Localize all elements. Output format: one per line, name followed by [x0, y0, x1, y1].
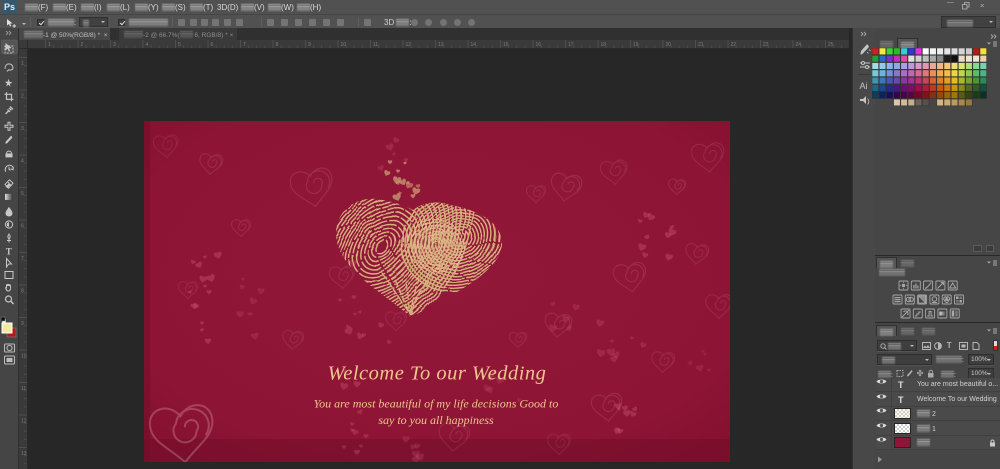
- svg-text:11: 11: [373, 42, 378, 48]
- svg-text:7: 7: [21, 256, 24, 262]
- svg-text:1: 1: [21, 61, 24, 67]
- svg-text:4: 4: [146, 42, 149, 48]
- svg-text:6: 6: [21, 224, 24, 230]
- svg-text:9: 9: [21, 321, 24, 327]
- svg-text:16: 16: [536, 42, 542, 48]
- svg-text:8: 8: [21, 289, 24, 295]
- svg-text:22: 22: [731, 42, 737, 48]
- svg-text:10: 10: [341, 42, 347, 48]
- svg-text:5: 5: [21, 191, 24, 197]
- svg-text:Welcome To our Wedding: Welcome To our Wedding: [328, 363, 547, 385]
- svg-text:12: 12: [406, 42, 412, 48]
- svg-text:Ai: Ai: [860, 81, 868, 91]
- svg-text:8: 8: [276, 42, 279, 48]
- svg-text:say to you all happiness: say to you all happiness: [378, 413, 494, 427]
- svg-text:20: 20: [666, 42, 672, 48]
- svg-text:15: 15: [503, 42, 509, 48]
- svg-text:You are most beautiful of my l: You are most beautiful of my life decisi…: [314, 397, 559, 411]
- svg-text:23: 23: [763, 42, 769, 48]
- svg-text:3: 3: [113, 42, 116, 48]
- svg-text:2: 2: [21, 94, 24, 100]
- svg-text:5: 5: [178, 42, 181, 48]
- svg-text:2: 2: [81, 42, 84, 48]
- svg-text:21: 21: [698, 42, 704, 48]
- svg-text:13: 13: [438, 42, 444, 48]
- svg-text:T: T: [6, 247, 12, 257]
- svg-text:6: 6: [211, 42, 214, 48]
- svg-text:4: 4: [21, 159, 24, 165]
- svg-text:17: 17: [568, 42, 574, 48]
- svg-text:18: 18: [601, 42, 607, 48]
- svg-text:7: 7: [243, 42, 246, 48]
- svg-text:9: 9: [308, 42, 311, 48]
- svg-text:14: 14: [471, 42, 477, 48]
- svg-text:3: 3: [21, 126, 24, 132]
- svg-text:1: 1: [48, 42, 51, 48]
- svg-text:24: 24: [796, 42, 802, 48]
- svg-text:19: 19: [633, 42, 639, 48]
- svg-text:25: 25: [828, 42, 834, 48]
